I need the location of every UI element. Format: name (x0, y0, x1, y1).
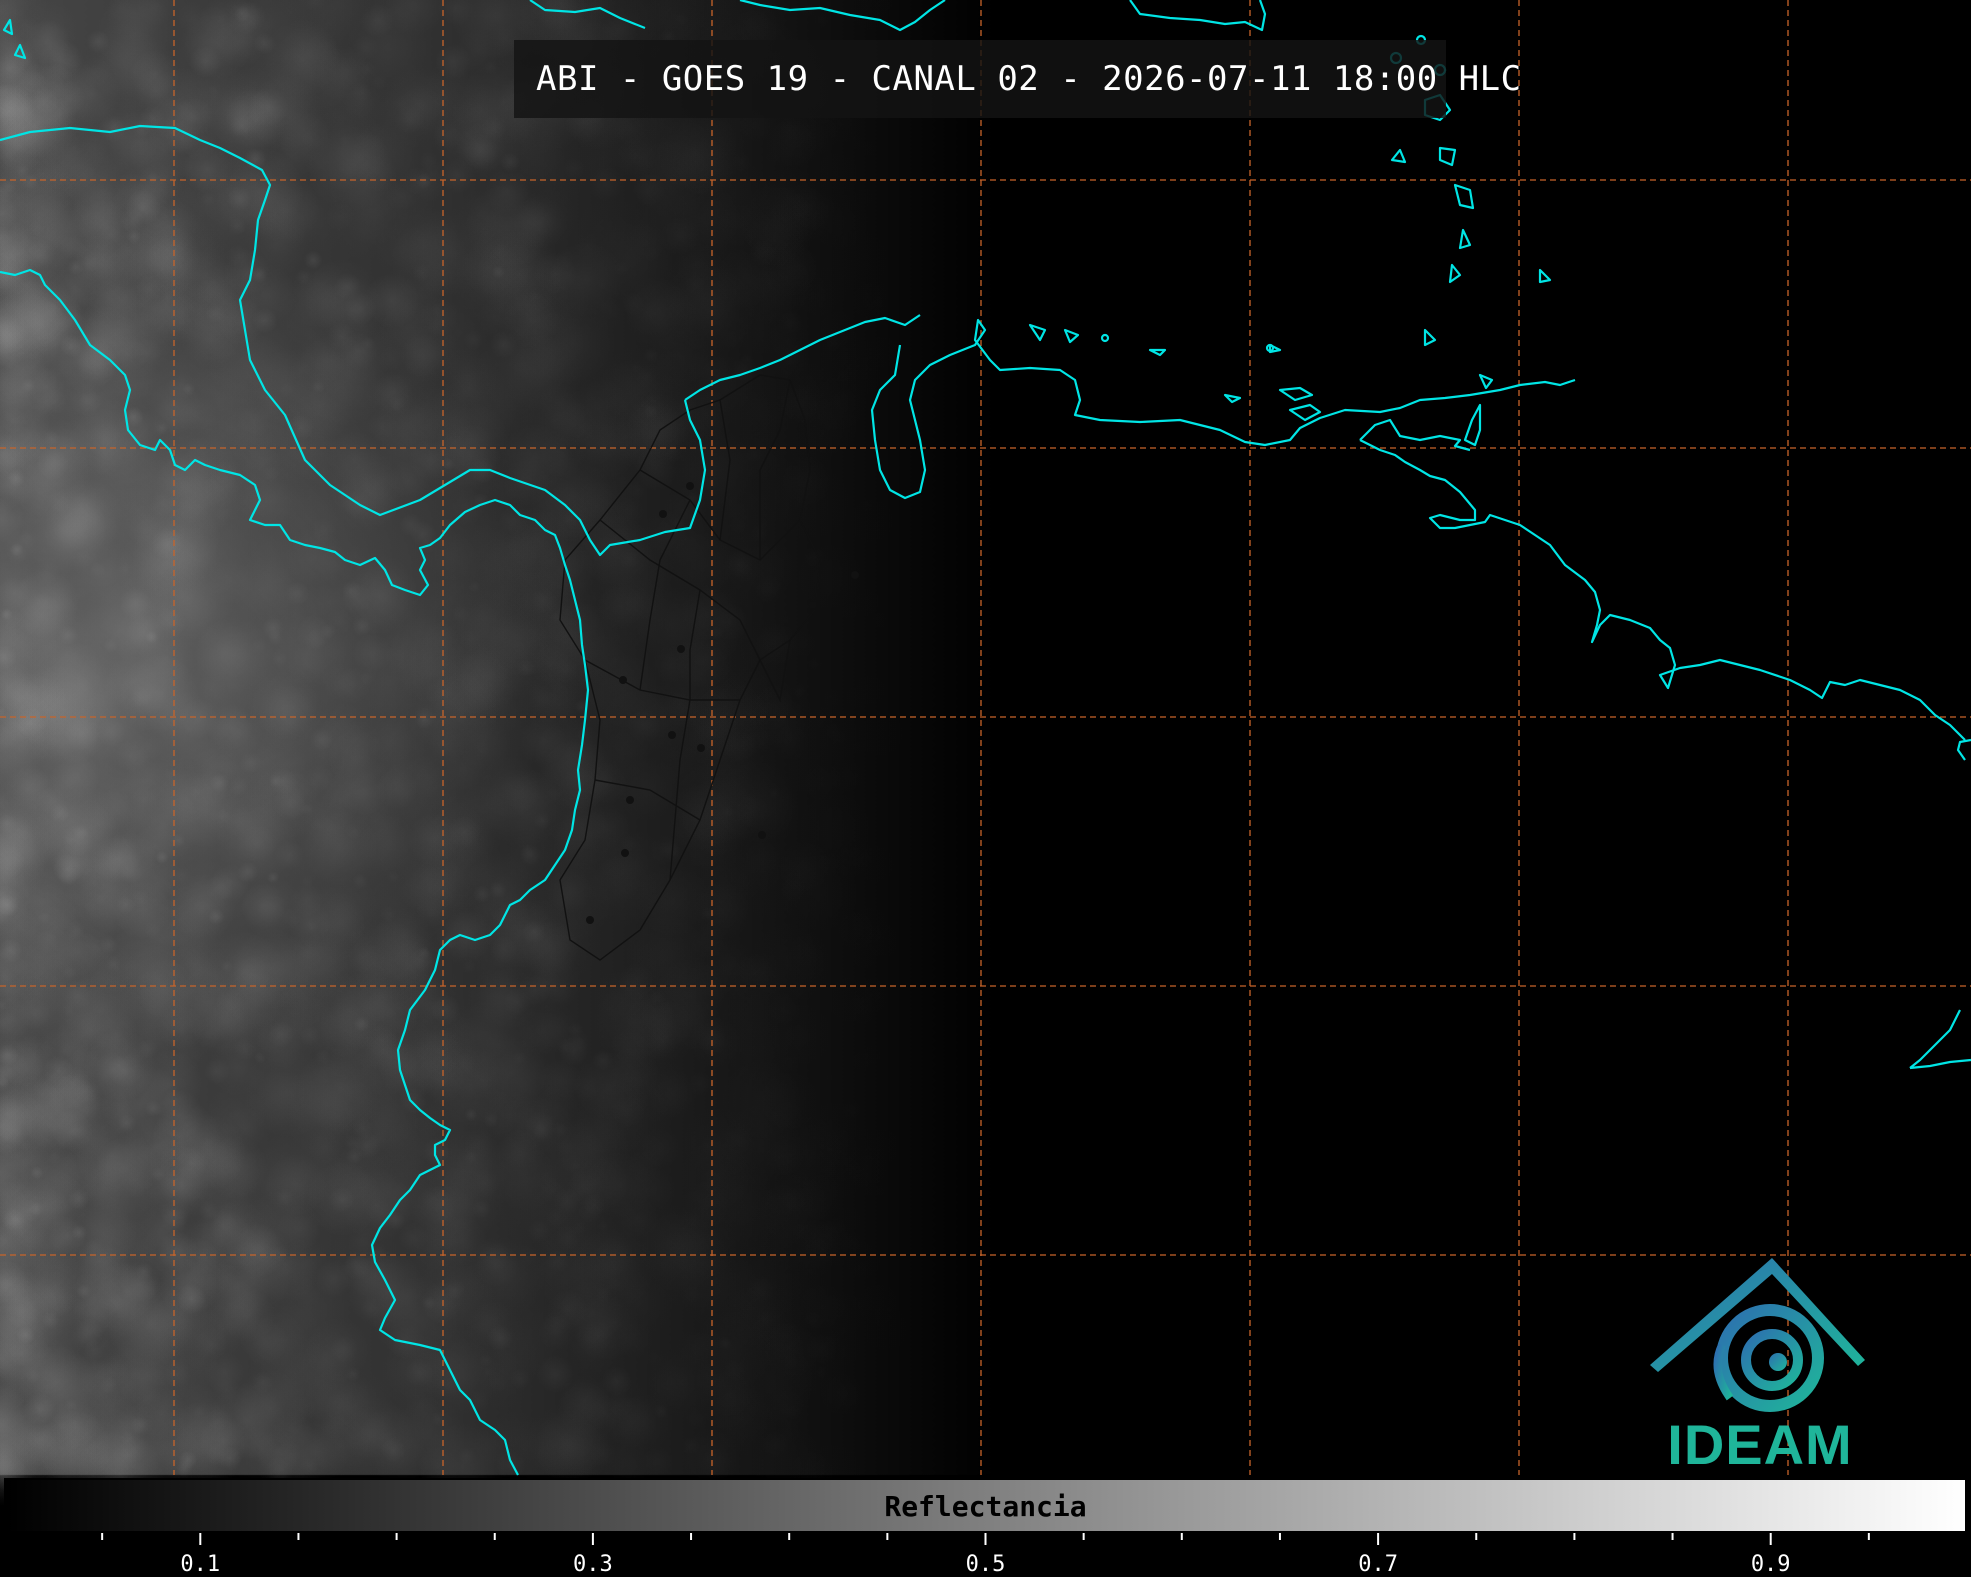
admin-borders (559, 374, 821, 961)
colorbar-label: Reflectancia (884, 1490, 1087, 1523)
colorbar-tick-label: 0.7 (1358, 1552, 1398, 1577)
colorbar-tick-label: 0.3 (573, 1552, 613, 1577)
ideam-logo-text: IDEAM (1667, 1413, 1853, 1476)
colorbar-tick-label: 0.9 (1750, 1552, 1791, 1577)
department-capitals (586, 482, 859, 924)
map-title: ABI - GOES 19 - CANAL 02 - 2026-07-11 18… (536, 59, 1522, 99)
colorbar-tick-label: 0.1 (180, 1552, 221, 1577)
colorbar-tick-label: 0.5 (965, 1552, 1006, 1577)
title-box: ABI - GOES 19 - CANAL 02 - 2026-07-11 18… (514, 40, 1521, 118)
